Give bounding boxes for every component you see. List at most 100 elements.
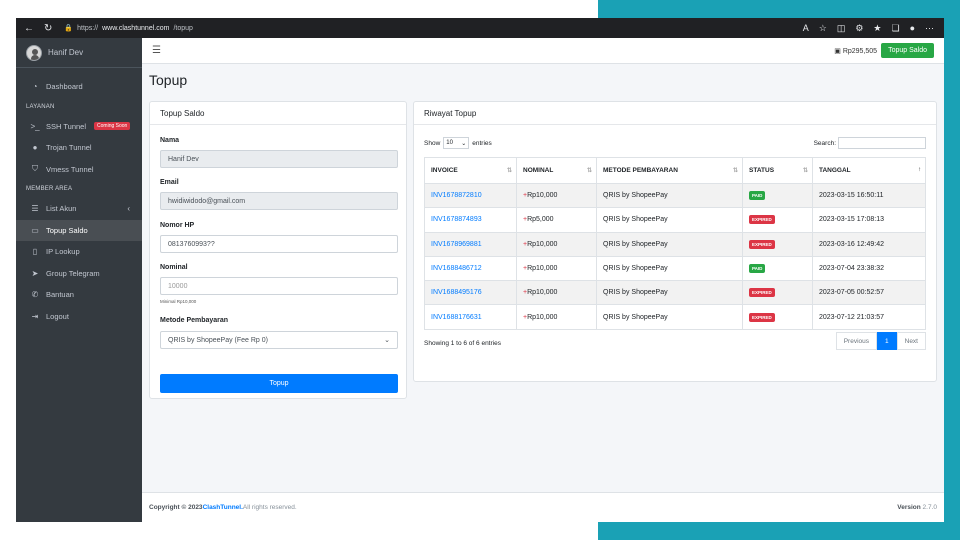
invoice-link[interactable]: INV1678872810 <box>424 182 517 209</box>
table-row: INV1678969881 +Rp10,000 QRIS by ShopeePay E… <box>424 231 926 257</box>
invoice-link[interactable]: INV1688176631 <box>424 304 517 330</box>
back-icon[interactable]: ← <box>24 23 34 34</box>
invoice-link[interactable]: INV1688486712 <box>424 255 517 282</box>
next-button[interactable]: Next <box>896 332 926 350</box>
hamburger-icon[interactable]: ☰ <box>152 45 161 56</box>
sidebar-item-group-telegram[interactable]: ➤ Group Telegram <box>16 263 142 285</box>
sidebar-item-trojan-tunnel[interactable]: ● Trojan Tunnel <box>16 137 142 159</box>
read-aloud-icon[interactable]: A <box>803 23 809 34</box>
extensions-icon[interactable]: ⚙ <box>855 23 863 34</box>
search-input[interactable] <box>838 137 926 149</box>
nominal-value: Rp10,000 <box>527 265 558 273</box>
chevron-down-icon: ⌄ <box>384 337 390 344</box>
sidebar-item-logout[interactable]: ⇥ Logout <box>16 306 142 328</box>
col-header-tanggal[interactable]: TANGGAL ↑ <box>812 157 926 184</box>
collections-icon[interactable]: ❏ <box>891 23 899 34</box>
profile-icon[interactable]: ● <box>910 23 915 34</box>
topup-submit-button[interactable]: Topup <box>160 374 398 393</box>
hp-field[interactable]: 0813760993?? <box>160 235 398 253</box>
nominal-cell: +Rp10,000 <box>516 231 597 257</box>
favorites-bar-icon[interactable]: ★ <box>873 23 881 34</box>
main-content: ☰ ▣ Rp295,505 Topup Saldo Topup Topup Sa… <box>142 38 944 522</box>
chevron-down-icon: ⌄ <box>461 140 467 147</box>
version-value: 2.7.0 <box>922 504 937 511</box>
phone-icon: ✆ <box>31 290 39 300</box>
status-badge: EXPIRED <box>749 288 775 298</box>
nominal-input[interactable]: 10000 <box>160 277 398 295</box>
status-cell: PAID <box>742 182 813 209</box>
user-panel[interactable]: Hanif Dev <box>16 38 142 68</box>
rights-text: All rights reserved. <box>242 504 297 511</box>
col-header-invoice[interactable]: INVOICE ⇅ <box>424 157 517 184</box>
nominal-cell: +Rp5,000 <box>516 207 597 233</box>
sidebar-item-label: Group Telegram <box>46 268 100 278</box>
sidebar-item-ssh-tunnel[interactable]: >_ SSH Tunnel Coming Soon <box>16 116 142 138</box>
status-badge: EXPIRED <box>749 239 775 249</box>
tanggal-cell: 2023-07-05 00:52:57 <box>812 280 926 306</box>
status-badge: EXPIRED <box>749 312 775 322</box>
sidebar-item-dashboard[interactable]: ◔ Dashboard <box>16 76 142 98</box>
lock-icon: 🔒 <box>64 25 74 32</box>
hp-label: Nomor HP <box>160 222 195 229</box>
nominal-hint: Minimal Rp10,000 <box>160 299 197 304</box>
previous-button[interactable]: Previous <box>835 332 877 350</box>
sort-icon: ⇅ <box>732 168 738 174</box>
metode-cell: QRIS by ShopeePay <box>596 182 743 209</box>
topup-saldo-button[interactable]: Topup Saldo <box>881 43 934 58</box>
sidebar-item-ip-lookup[interactable]: ▯ IP Lookup <box>16 241 142 263</box>
wallet-icon: ▣ <box>834 47 843 55</box>
url-prefix: https:// <box>77 24 99 32</box>
col-header-nominal[interactable]: NOMINAL ⇅ <box>516 157 597 184</box>
table-search: Search: <box>814 137 926 149</box>
sidebar-item-label: Trojan Tunnel <box>46 143 92 153</box>
sidebar: Hanif Dev ◔ Dashboard LAYANAN >_ SSH Tun… <box>16 38 142 522</box>
nama-field: Hanif Dev <box>160 150 398 168</box>
col-header-status[interactable]: STATUS ⇅ <box>742 157 813 184</box>
show-label: Show <box>424 139 441 147</box>
sidebar-item-vmess-tunnel[interactable]: ⛉ Vmess Tunnel <box>16 159 142 181</box>
sort-icon: ⇅ <box>506 168 512 174</box>
col-label: TANGGAL <box>819 167 851 174</box>
version-label: Version <box>897 504 923 511</box>
tanggal-cell: 2023-03-16 12:49:42 <box>812 231 926 257</box>
address-bar[interactable]: 🔒 https://www.clashtunnel.com/topup <box>64 24 193 33</box>
invoice-link[interactable]: INV1688495176 <box>424 280 517 306</box>
invoice-link[interactable]: INV1678874893 <box>424 207 517 233</box>
nominal-cell: +Rp10,000 <box>516 304 597 330</box>
metode-select[interactable]: QRIS by ShopeePay (Fee Rp 0) ⌄ <box>160 331 398 349</box>
footer-brand-link[interactable]: ClashTunnel. <box>203 504 243 511</box>
coming-soon-badge: Coming Soon <box>94 122 131 131</box>
user-secret-icon: ● <box>32 143 38 153</box>
sidebar-item-label: SSH Tunnel <box>46 121 87 131</box>
list-icon: ☰ <box>31 204 39 214</box>
col-header-metode[interactable]: METODE PEMBAYARAN ⇅ <box>596 157 743 184</box>
tanggal-cell: 2023-03-15 16:50:11 <box>812 182 926 209</box>
sidebar-item-list-akun[interactable]: ☰ List Akun ‹ <box>16 198 142 220</box>
metode-cell: QRIS by ShopeePay <box>596 304 743 330</box>
more-icon[interactable]: ⋯ <box>925 23 934 34</box>
status-badge: PAID <box>749 264 766 274</box>
version-info: Version 2.7.0 <box>897 504 937 511</box>
sidebar-item-topup-saldo[interactable]: ▭ Topup Saldo <box>16 219 142 241</box>
reload-icon[interactable]: ↻ <box>44 23 52 34</box>
tanggal-cell: 2023-03-15 17:08:13 <box>812 207 926 233</box>
shield-icon: ⛉ <box>32 164 38 174</box>
sidebar-item-bantuan[interactable]: ✆ Bantuan <box>16 284 142 306</box>
sidebar-item-label: Topup Saldo <box>46 225 88 235</box>
split-screen-icon[interactable]: ◫ <box>837 23 846 34</box>
copyright-text: Copyright © 2023 <box>149 504 203 511</box>
favorite-icon[interactable]: ☆ <box>819 23 827 34</box>
sort-asc-icon: ↑ <box>918 167 921 173</box>
invoice-link[interactable]: INV1678969881 <box>424 231 517 257</box>
url-path: /topup <box>173 24 193 32</box>
datatable-controls: Show 10 ⌄ entries Search: <box>424 136 926 150</box>
status-cell: EXPIRED <box>742 304 813 330</box>
nominal-value: Rp10,000 <box>527 313 558 321</box>
card-title: Topup Saldo <box>150 102 406 125</box>
page-button[interactable]: 1 <box>877 332 897 350</box>
search-label: Search: <box>813 139 836 147</box>
col-label: INVOICE <box>431 167 458 174</box>
sidebar-header-member-area: MEMBER AREA <box>26 186 73 192</box>
entries-length-select[interactable]: 10 ⌄ <box>443 137 470 149</box>
riwayat-topup-card: Riwayat Topup Show 10 ⌄ entries Search: I… <box>413 101 937 382</box>
